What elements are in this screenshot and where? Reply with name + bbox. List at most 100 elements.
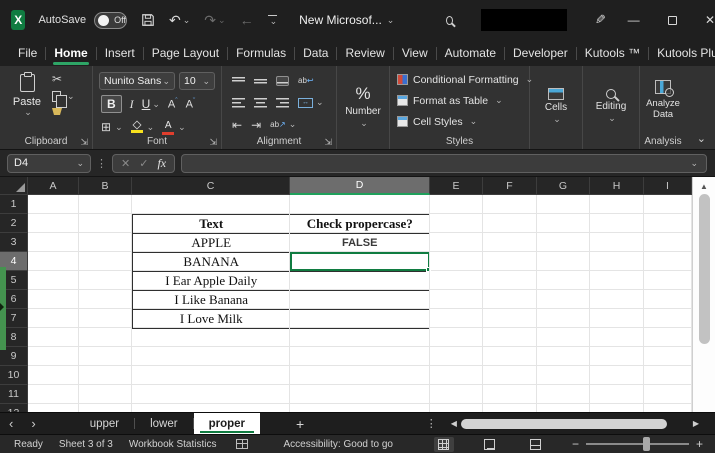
formula-bar-dots-icon[interactable]: ⋮ <box>96 157 107 170</box>
minimize-button[interactable]: — <box>628 14 640 27</box>
clipboard-dialog-launcher-icon[interactable]: ⇲ <box>80 137 88 148</box>
ribbon-tab-view[interactable]: View <box>396 42 434 65</box>
undo-button[interactable]: ↶⌄ <box>169 13 190 27</box>
horizontal-scrollbar[interactable]: ◀ ▶ <box>447 418 703 430</box>
borders-button[interactable]: ⊞⌄ <box>101 121 123 133</box>
font-size-select[interactable]: 10⌄ <box>179 72 215 90</box>
table-cell[interactable]: I Love Milk <box>133 310 290 329</box>
sheet-tab-proper[interactable]: proper <box>194 413 260 434</box>
zoom-slider[interactable] <box>586 443 689 445</box>
ribbon-tab-page-layout[interactable]: Page Layout <box>146 42 225 65</box>
redo-button[interactable]: ↷⌄ <box>204 13 225 27</box>
decrease-indent-icon[interactable]: ⇤ <box>232 119 242 131</box>
column-header-a[interactable]: A <box>28 177 79 195</box>
autosave-toggle[interactable]: Off <box>94 12 127 29</box>
vertical-scrollbar[interactable]: ▲ <box>692 177 715 412</box>
font-name-select[interactable]: Nunito Sans⌄ <box>99 72 175 90</box>
align-right-icon[interactable] <box>276 98 289 108</box>
orientation-button[interactable]: ab↗⌄ <box>270 120 296 129</box>
document-title[interactable]: New Microsof... <box>299 13 382 27</box>
conditional-formatting-button[interactable]: Conditional Formatting ⌄ <box>397 72 529 87</box>
editing-button[interactable]: Editing ⌄ <box>583 66 639 149</box>
redo-dropdown-chevron-icon[interactable]: ⌄ <box>218 16 226 25</box>
increase-indent-icon[interactable]: ⇥ <box>251 119 261 131</box>
add-sheet-button[interactable]: + <box>282 413 318 434</box>
ribbon-tab-insert[interactable]: Insert <box>99 42 141 65</box>
column-header-i[interactable]: I <box>644 177 692 195</box>
back-arrow-icon[interactable]: ← <box>240 13 254 27</box>
number-format-button[interactable]: % Number ⌄ <box>337 66 389 149</box>
column-header-g[interactable]: G <box>537 177 590 195</box>
underline-button[interactable]: U⌄ <box>142 97 160 111</box>
cancel-icon[interactable]: ✕ <box>121 157 130 170</box>
maximize-button[interactable] <box>668 14 677 27</box>
format-painter-icon[interactable] <box>52 108 62 115</box>
ribbon-tab-file[interactable]: File <box>12 42 43 65</box>
sheet-tab-options-icon[interactable]: ⋮ <box>426 417 437 430</box>
cut-icon[interactable]: ✂ <box>52 73 62 85</box>
table-cell[interactable]: FALSE <box>290 234 430 253</box>
scroll-right-icon[interactable]: ▶ <box>689 419 703 428</box>
sheet-tab-lower[interactable]: lower <box>135 413 192 434</box>
row-header-11[interactable]: 11 <box>0 385 28 404</box>
row-header-3[interactable]: 3 <box>0 233 28 252</box>
bottom-align-icon[interactable] <box>276 76 289 86</box>
normal-view-button[interactable] <box>434 437 454 452</box>
font-dialog-launcher-icon[interactable]: ⇲ <box>209 137 217 148</box>
zoom-out-icon[interactable]: − <box>572 437 579 451</box>
row-header-1[interactable]: 1 <box>0 195 28 214</box>
bold-button[interactable]: B <box>101 95 122 113</box>
zoom-in-icon[interactable]: + <box>696 437 703 451</box>
middle-align-icon[interactable] <box>254 76 267 86</box>
ribbon-tab-formulas[interactable]: Formulas <box>230 42 292 65</box>
grid-body[interactable]: TextCheck propercase?APPLEFALSEBANANAI E… <box>28 195 692 412</box>
sheet-tab-upper[interactable]: upper <box>75 413 134 434</box>
quick-access-overflow-icon[interactable]: ⌄ <box>268 15 278 26</box>
align-left-icon[interactable] <box>232 98 245 108</box>
excel-logo-icon[interactable]: X <box>11 10 25 30</box>
table-cell[interactable] <box>290 291 430 310</box>
top-align-icon[interactable] <box>232 76 245 86</box>
paste-chevron-icon[interactable]: ⌄ <box>24 108 32 117</box>
row-header-12[interactable]: 12 <box>0 404 28 412</box>
scroll-left-icon[interactable]: ◀ <box>447 419 461 428</box>
table-cell[interactable] <box>290 310 430 329</box>
cells-button[interactable]: Cells ⌄ <box>530 66 582 149</box>
table-cell[interactable]: APPLE <box>133 234 290 253</box>
column-header-c[interactable]: C <box>132 177 290 195</box>
horizontal-scroll-track[interactable] <box>461 418 689 430</box>
sheet-nav-left-icon[interactable]: ‹ <box>0 413 22 434</box>
name-box[interactable]: D4 ⌄ <box>7 154 91 173</box>
ribbon-tab-kutools[interactable]: Kutools ™ <box>579 42 646 65</box>
active-cell-selection[interactable] <box>290 252 430 271</box>
paste-button[interactable]: Paste ⌄ <box>8 72 46 134</box>
select-all-button[interactable] <box>0 177 28 195</box>
copy-button[interactable]: ⌄ <box>52 91 75 102</box>
italic-button[interactable]: I <box>130 97 134 112</box>
page-break-view-button[interactable] <box>526 437 546 452</box>
accessibility-status[interactable]: Accessibility: Good to go <box>283 439 393 450</box>
table-cell[interactable]: I Like Banana <box>133 291 290 310</box>
wrap-text-button[interactable]: ab↩ <box>298 76 314 85</box>
close-button[interactable]: ✕ <box>705 14 715 27</box>
ribbon-tab-developer[interactable]: Developer <box>507 42 574 65</box>
undo-dropdown-chevron-icon[interactable]: ⌄ <box>183 16 191 25</box>
insert-function-icon[interactable]: fx <box>157 156 166 171</box>
search-icon[interactable] <box>446 16 453 25</box>
align-center-icon[interactable] <box>254 98 267 108</box>
pen-icon[interactable]: ✎ <box>595 12 606 28</box>
horizontal-scroll-thumb[interactable] <box>461 419 667 429</box>
column-header-f[interactable]: F <box>483 177 537 195</box>
format-as-table-button[interactable]: Format as Table ⌄ <box>397 93 529 108</box>
increase-font-size-button[interactable]: Aˆ <box>168 98 178 111</box>
workbook-statistics-button[interactable]: Workbook Statistics <box>129 439 217 450</box>
ribbon-collapse-chevron-icon[interactable]: ⌄ <box>697 132 706 145</box>
ribbon-tab-automate[interactable]: Automate <box>439 42 502 65</box>
enter-check-icon[interactable]: ✓ <box>139 157 148 170</box>
ribbon-tab-data[interactable]: Data <box>297 42 334 65</box>
page-layout-view-button[interactable] <box>480 437 500 452</box>
table-cell[interactable] <box>290 272 430 291</box>
workbook-statistics-icon[interactable] <box>236 439 248 449</box>
column-header-h[interactable]: H <box>590 177 644 195</box>
alignment-dialog-launcher-icon[interactable]: ⇲ <box>324 137 332 148</box>
